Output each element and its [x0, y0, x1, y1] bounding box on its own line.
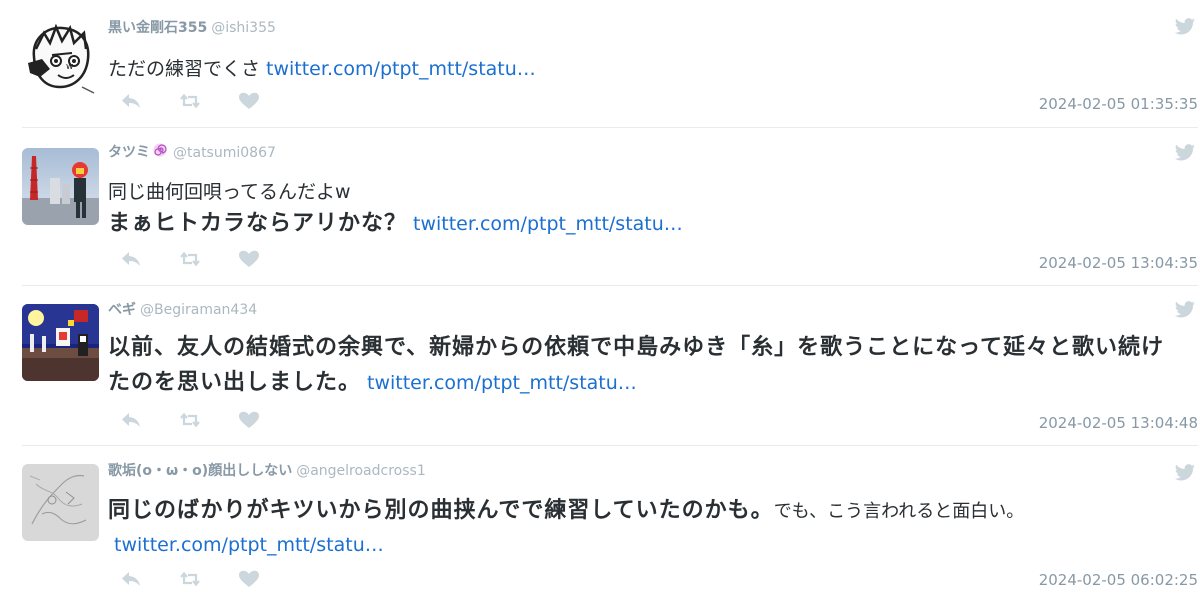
tweet-card: 歌垢(o・ω・o)顔出ししない @angelroadcross1 同じのばかりがキ…: [22, 446, 1198, 609]
tweet-body-bold: 同じのばかりがキツいから別の曲挟んでで練習していたのかも。: [108, 498, 774, 523]
retweet-icon[interactable]: [179, 92, 203, 110]
display-name[interactable]: タツミ: [108, 145, 150, 161]
tweet-timestamp[interactable]: 2024-02-05 13:04:35: [1039, 254, 1198, 272]
avatar[interactable]: w: [22, 19, 99, 96]
avatar[interactable]: [22, 304, 99, 381]
tweet-header: タツミ @tatsumi0867: [108, 143, 276, 162]
reply-icon[interactable]: [120, 250, 144, 268]
tweet-body-text: 同じ曲何回唄ってるんだよw: [108, 181, 351, 203]
tweet-actions: [120, 92, 297, 110]
tweet-text: ただの練習でくさ twitter.com/ptpt_mtt/statu…: [108, 53, 1168, 85]
retweet-icon[interactable]: [179, 570, 203, 588]
heart-icon[interactable]: [238, 570, 262, 588]
heart-icon[interactable]: [238, 250, 262, 268]
reply-icon[interactable]: [120, 570, 144, 588]
tweet-body-bold: まぁヒトカラならアリかな？: [108, 211, 408, 236]
display-name[interactable]: 歌垢(o・ω・o)顔出ししない: [108, 463, 292, 479]
tweet-card: w 黒い金剛石355 @ishi355 ただの練習でくさ twitter.com/p…: [22, 0, 1198, 128]
night-scene-pixel-avatar-icon: [22, 304, 99, 381]
retweet-icon[interactable]: [179, 411, 203, 429]
display-name[interactable]: ベギ: [108, 302, 136, 318]
avatar[interactable]: [22, 464, 99, 541]
tweet-header: 歌垢(o・ω・o)顔出ししない @angelroadcross1: [108, 462, 426, 480]
tweet-timestamp[interactable]: 2024-02-05 06:02:25: [1039, 571, 1198, 589]
svg-text:w: w: [66, 62, 73, 72]
tweet-body-text: ただの練習でくさ: [108, 58, 261, 80]
avatar[interactable]: [22, 148, 99, 225]
twitter-bird-icon[interactable]: [1174, 144, 1196, 162]
user-handle[interactable]: @angelroadcross1: [296, 463, 426, 479]
heart-icon[interactable]: [238, 92, 262, 110]
tweet-card: タツミ @tatsumi0867 同じ曲何回唄ってるんだよw まぁヒトカラならアリ…: [22, 128, 1198, 286]
retweet-icon[interactable]: [179, 250, 203, 268]
user-handle[interactable]: @tatsumi0867: [173, 145, 276, 161]
twitter-bird-icon[interactable]: [1174, 301, 1196, 319]
twitter-bird-icon[interactable]: [1174, 464, 1196, 482]
tweet-link[interactable]: twitter.com/ptpt_mtt/statu…: [367, 372, 637, 394]
tweet-text: 同じのばかりがキツいから別の曲挟んでで練習していたのかも。でも、こう言われると面…: [108, 494, 1168, 561]
tweet-actions: [120, 411, 297, 429]
tweet-actions: [120, 250, 297, 268]
tweet-link[interactable]: twitter.com/ptpt_mtt/statu…: [114, 534, 384, 556]
heart-icon[interactable]: [238, 411, 262, 429]
display-name[interactable]: 黒い金剛石355: [108, 20, 207, 36]
tweet-text: 同じ曲何回唄ってるんだよw まぁヒトカラならアリかな？ twitter.com/p…: [108, 176, 1168, 240]
tweet-actions: [120, 570, 297, 588]
tweet-timestamp[interactable]: 2024-02-05 13:04:48: [1039, 414, 1198, 432]
tweet-timestamp[interactable]: 2024-02-05 01:35:35: [1039, 95, 1198, 113]
tweet-header: 黒い金剛石355 @ishi355: [108, 19, 276, 37]
tweet-body-text: でも、こう言われると面白い。: [773, 501, 1025, 522]
reply-icon[interactable]: [120, 92, 144, 110]
spiral-emoji-icon: [153, 143, 167, 162]
tweet-text: 以前、友人の結婚式の余興で、新婦からの依頼で中島みゆき「糸」を歌うことになって延…: [108, 330, 1168, 400]
user-handle[interactable]: @ishi355: [211, 20, 276, 36]
tweet-feed: w 黒い金剛石355 @ishi355 ただの練習でくさ twitter.com/p…: [0, 0, 1200, 609]
port-tower-photo-avatar-icon: [22, 148, 99, 225]
reply-icon[interactable]: [120, 411, 144, 429]
tweet-header: ベギ @Begiraman434: [108, 301, 257, 319]
tweet-link[interactable]: twitter.com/ptpt_mtt/statu…: [413, 213, 683, 235]
user-handle[interactable]: @Begiraman434: [140, 302, 257, 318]
tweet-link[interactable]: twitter.com/ptpt_mtt/statu…: [266, 58, 536, 80]
tweet-card: ベギ @Begiraman434 以前、友人の結婚式の余興で、新婦からの依頼で中島…: [22, 286, 1198, 446]
twitter-bird-icon[interactable]: [1174, 18, 1196, 36]
manga-face-avatar-icon: w: [22, 19, 99, 96]
pencil-sketch-avatar-icon: [22, 464, 99, 541]
